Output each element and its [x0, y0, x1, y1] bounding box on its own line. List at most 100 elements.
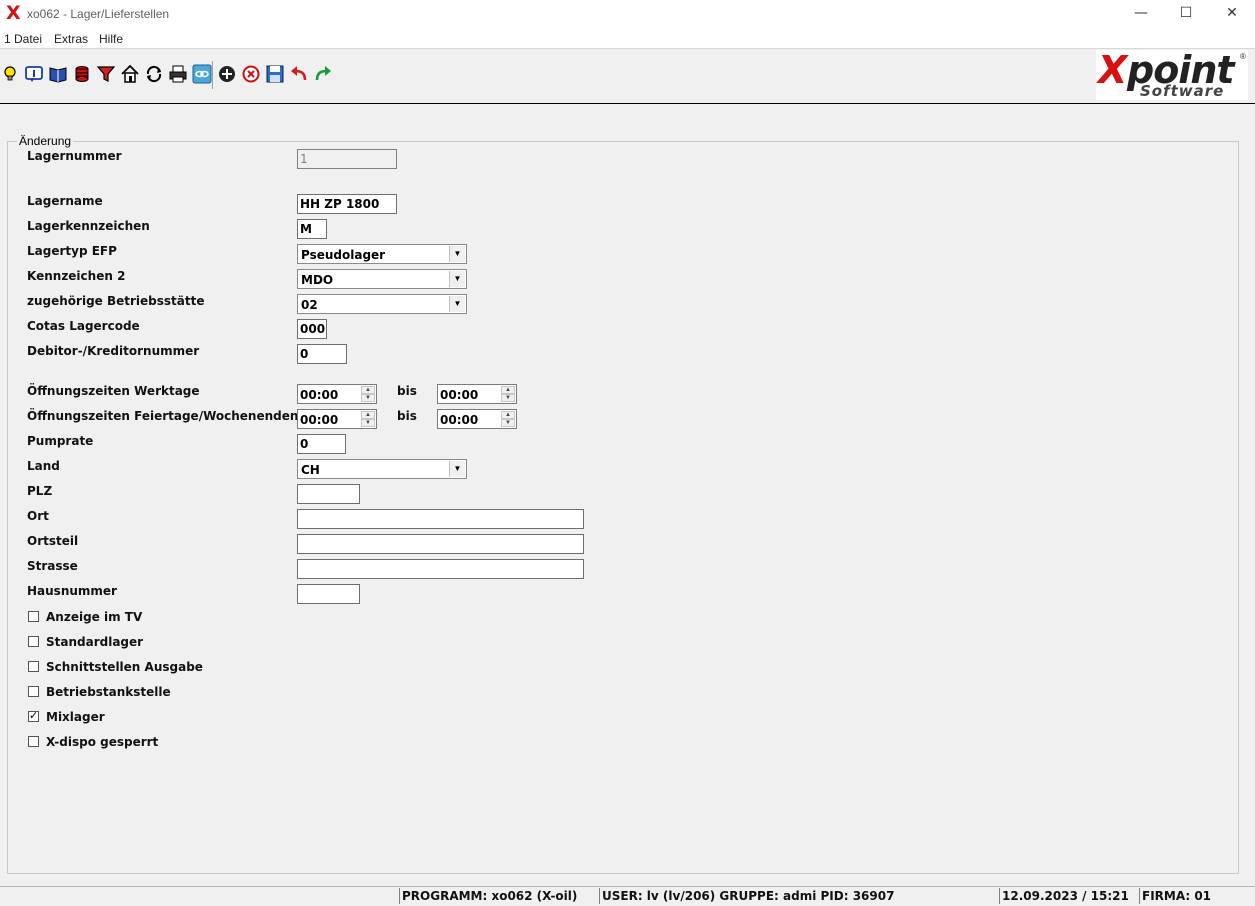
feiertage-von-value: 00:00 [300, 413, 339, 427]
lightbulb-icon[interactable] [0, 64, 20, 84]
chevron-down-icon[interactable]: ▼ [449, 271, 465, 287]
checkbox-mixlager[interactable]: ✓ [28, 709, 39, 722]
land-select[interactable]: CH ▼ [297, 459, 467, 479]
chevron-down-icon[interactable]: ▼ [449, 296, 465, 312]
minimize-button[interactable]: — [1118, 0, 1164, 28]
label-xdispo-gesperrt: X-dispo gesperrt [46, 735, 159, 749]
menu-datei[interactable]: 1 Datei [4, 32, 42, 46]
maximize-button[interactable]: ☐ [1163, 0, 1209, 28]
land-value: CH [301, 463, 320, 477]
status-user: USER: lv (lv/206) GRUPPE: admi PID: 3690… [599, 888, 999, 904]
spin-up-icon[interactable]: ▲ [361, 411, 375, 419]
aenderung-group [7, 141, 1239, 874]
label-ort: Ort [27, 509, 49, 523]
lagername-field[interactable]: HH ZP 1800 [297, 194, 397, 214]
print-icon[interactable] [168, 64, 188, 84]
label-pumprate: Pumprate [27, 434, 94, 448]
strasse-field[interactable] [297, 559, 584, 579]
werktage-von-value: 00:00 [300, 388, 339, 402]
checkbox-standardlager[interactable] [28, 636, 39, 647]
info-icon[interactable] [24, 64, 44, 84]
pumprate-field[interactable]: 0 [297, 434, 346, 454]
label-strasse: Strasse [27, 559, 78, 573]
group-title: Änderung [17, 134, 74, 148]
checkbox-xdispo-gesperrt[interactable] [28, 736, 39, 747]
debitor-field[interactable]: 0 [297, 344, 347, 364]
feiertage-von-spinner[interactable]: 00:00 ▲ ▼ [297, 409, 377, 429]
spin-up-icon[interactable]: ▲ [501, 411, 515, 419]
chevron-down-icon[interactable]: ▼ [449, 246, 465, 262]
label-betriebstankstelle: Betriebstankstelle [46, 685, 171, 699]
label-bis-werktage: bis [397, 384, 417, 398]
label-anzeige-tv: Anzeige im TV [46, 610, 143, 624]
label-land: Land [27, 459, 60, 473]
feiertage-bis-value: 00:00 [440, 413, 479, 427]
lagerkennzeichen-field[interactable]: M [297, 219, 327, 239]
check-mark: ✓ [29, 709, 39, 722]
label-standardlager: Standardlager [46, 635, 144, 649]
spin-up-icon[interactable]: ▲ [361, 386, 375, 394]
lagernummer-field: 1 [297, 149, 397, 169]
chevron-down-icon[interactable]: ▼ [449, 461, 465, 477]
ortsteil-field[interactable] [297, 534, 584, 554]
status-firma: FIRMA: 01 [1139, 888, 1239, 904]
status-bar: PROGRAMM: xo062 (X-oil) USER: lv (lv/206… [0, 886, 1255, 906]
label-mixlager: Mixlager [46, 710, 105, 724]
refresh-icon[interactable] [144, 64, 164, 84]
betriebsstaette-select[interactable]: 02 ▼ [297, 294, 467, 314]
betriebsstaette-value: 02 [301, 298, 318, 312]
spin-down-icon[interactable]: ▼ [361, 394, 375, 402]
redo-icon[interactable] [313, 64, 333, 84]
label-cotas: Cotas Lagercode [27, 319, 140, 333]
feiertage-bis-spinner[interactable]: 00:00 ▲ ▼ [437, 409, 517, 429]
werktage-bis-value: 00:00 [440, 388, 479, 402]
status-datetime: 12.09.2023 / 15:21 [999, 888, 1139, 904]
checkbox-schnittstellen-ausgabe[interactable] [28, 661, 39, 672]
app-icon: X [6, 2, 21, 24]
label-lagernummer: Lagernummer [27, 149, 122, 163]
label-lagername: Lagername [27, 194, 103, 208]
lagertyp-select[interactable]: Pseudolager ▼ [297, 244, 467, 264]
label-hausnummer: Hausnummer [27, 584, 117, 598]
menu-hilfe[interactable]: Hilfe [99, 32, 123, 46]
label-oeffnung-feiertage: Öffnungszeiten Feiertage/Wochenenden [27, 409, 299, 423]
database-icon[interactable] [72, 64, 92, 84]
spin-up-icon[interactable]: ▲ [501, 386, 515, 394]
label-oeffnung-werktage: Öffnungszeiten Werktage [27, 384, 200, 398]
label-plz: PLZ [27, 484, 53, 498]
hausnummer-field[interactable] [297, 584, 360, 604]
lagertyp-value: Pseudolager [301, 248, 386, 262]
menu-bar: 1 Datei Extras Hilfe [0, 28, 1255, 49]
window-title: xo062 - Lager/Lieferstellen [27, 7, 170, 21]
add-icon[interactable] [217, 64, 237, 84]
werktage-von-spinner[interactable]: 00:00 ▲ ▼ [297, 384, 377, 404]
ort-field[interactable] [297, 509, 584, 529]
plz-field[interactable] [297, 484, 360, 504]
status-programm: PROGRAMM: xo062 (X-oil) [399, 888, 599, 904]
checkbox-betriebstankstelle[interactable] [28, 686, 39, 697]
cancel-icon[interactable] [241, 64, 261, 84]
spin-down-icon[interactable]: ▼ [501, 394, 515, 402]
home-icon[interactable] [120, 64, 140, 84]
spin-down-icon[interactable]: ▼ [361, 419, 375, 427]
link-icon[interactable] [192, 64, 212, 84]
label-debitor: Debitor-/Kreditornummer [27, 344, 200, 358]
kennzeichen2-select[interactable]: MDO ▼ [297, 269, 467, 289]
werktage-bis-spinner[interactable]: 00:00 ▲ ▼ [437, 384, 517, 404]
label-ortsteil: Ortsteil [27, 534, 79, 548]
label-bis-feiertage: bis [397, 409, 417, 423]
close-button[interactable]: ✕ [1209, 0, 1255, 28]
logo-x: X [1098, 48, 1128, 92]
cotas-field[interactable]: 000 [297, 319, 327, 339]
filter-icon[interactable] [96, 64, 116, 84]
book-icon[interactable] [48, 64, 68, 84]
kennzeichen2-value: MDO [301, 273, 334, 287]
spin-down-icon[interactable]: ▼ [501, 419, 515, 427]
label-betriebsstaette: zugehörige Betriebsstätte [27, 294, 205, 308]
checkbox-anzeige-tv[interactable] [28, 611, 39, 622]
save-icon[interactable] [265, 64, 285, 84]
undo-icon[interactable] [289, 64, 309, 84]
menu-extras[interactable]: Extras [54, 32, 88, 46]
logo-registered: ® [1240, 52, 1246, 61]
toolbar: X point Software ® [0, 48, 1255, 104]
